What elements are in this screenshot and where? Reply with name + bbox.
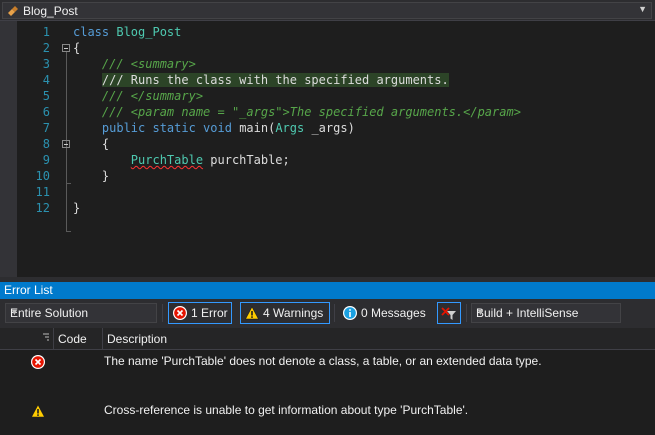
warnings-filter-button[interactable]: 4 Warnings (240, 302, 330, 324)
sort-icon[interactable] (40, 332, 52, 344)
chevron-down-icon: ▼ (476, 307, 485, 317)
error-list-row[interactable]: The name 'PurchTable' does not denote a … (0, 351, 655, 373)
code-text[interactable]: class Blog_Post{ /// <summary> /// Runs … (73, 24, 521, 216)
type-member-dropdown[interactable]: Blog_Post ▼ (2, 2, 652, 19)
toolbar-separator (466, 304, 467, 322)
code-token: Blog_Post (116, 25, 182, 39)
error-list-title-bar: Error List (0, 282, 655, 299)
clear-filter-icon (441, 307, 456, 320)
code-line[interactable]: { (73, 40, 521, 56)
collapse-icon[interactable] (62, 44, 70, 52)
chevron-down-icon: ▼ (638, 4, 647, 14)
line-number: 10 (35, 169, 50, 183)
line-number: 7 (42, 121, 50, 135)
info-icon (343, 306, 357, 320)
code-token: /// </summary> (73, 89, 204, 103)
clear-filter-button[interactable] (437, 302, 461, 324)
collapse-icon[interactable] (62, 140, 70, 148)
code-line[interactable]: /// <param name = "_args">The specified … (73, 104, 521, 120)
code-token: _args) (304, 121, 355, 135)
line-number: 12 (35, 201, 50, 215)
code-token: public static void (101, 121, 240, 135)
code-line[interactable]: { (73, 136, 521, 152)
error-list-grid: Code Description The name 'PurchTable' d… (0, 328, 655, 435)
code-token: /// Runs the class with the specified ar… (101, 73, 449, 87)
line-number: 11 (35, 185, 50, 199)
toolbar-separator (162, 304, 163, 322)
error-list-row[interactable]: Cross-reference is unable to get informa… (0, 400, 655, 422)
row-description: The name 'PurchTable' does not denote a … (104, 354, 542, 368)
code-token: } (73, 201, 81, 215)
error-list-header: Code Description (0, 328, 655, 350)
code-token: { (73, 137, 110, 151)
code-line[interactable]: /// </summary> (73, 88, 521, 104)
error-icon (31, 355, 45, 369)
errors-filter-button[interactable]: 1 Error (168, 302, 232, 324)
line-number-gutter: 1 2 3 4 5 6 7 8 9 10 11 12 (17, 24, 52, 216)
description-column-header[interactable]: Description (107, 332, 167, 346)
class-icon (8, 6, 18, 16)
warning-icon (31, 404, 45, 418)
line-number: 5 (42, 89, 50, 103)
line-number: 6 (42, 105, 50, 119)
navigation-bar: Blog_Post ▼ (0, 0, 655, 21)
code-token: /// <summary> (73, 57, 196, 71)
panel-title: Error List (4, 283, 53, 297)
code-line[interactable]: public static void main(Args _args) (73, 120, 521, 136)
code-token: Args (275, 121, 305, 135)
code-editor[interactable]: 1 2 3 4 5 6 7 8 9 10 11 12 class Blog_Post{ /// <su… (0, 21, 655, 277)
code-line[interactable] (73, 184, 521, 200)
code-token: PurchTable (130, 153, 204, 167)
toolbar-separator (334, 304, 335, 322)
code-token: purchTable; (203, 153, 290, 167)
messages-filter-button[interactable]: 0 Messages (338, 302, 428, 324)
code-line[interactable]: /// <summary> (73, 56, 521, 72)
code-token: class (73, 25, 117, 39)
build-source-dropdown[interactable]: Build + IntelliSense ▼ (471, 303, 621, 323)
code-line[interactable]: } (73, 168, 521, 184)
line-number: 4 (42, 73, 50, 87)
code-line[interactable]: class Blog_Post (73, 24, 521, 40)
error-list-toolbar: Entire Solution ▼ 1 Error 4 Warnings 0 M… (0, 299, 655, 328)
code-token: } (73, 169, 110, 183)
type-name: Blog_Post (23, 4, 78, 18)
code-line[interactable]: /// Runs the class with the specified ar… (73, 72, 521, 88)
line-number: 8 (42, 137, 50, 151)
code-line[interactable]: PurchTable purchTable; (73, 152, 521, 168)
line-number: 2 (42, 41, 50, 55)
code-column-header[interactable]: Code (58, 332, 87, 346)
code-token: { (73, 41, 81, 55)
chevron-down-icon: ▼ (10, 307, 19, 317)
line-number: 3 (42, 57, 50, 71)
line-number: 9 (42, 153, 50, 167)
line-number: 1 (42, 25, 50, 39)
error-icon (173, 306, 187, 320)
code-token: /// <param name = "_args">The specified … (73, 105, 521, 119)
code-token: main( (239, 121, 276, 135)
scope-dropdown[interactable]: Entire Solution ▼ (5, 303, 157, 323)
warning-icon (245, 306, 259, 320)
indicator-margin (0, 21, 17, 277)
row-description: Cross-reference is unable to get informa… (104, 403, 469, 417)
code-line[interactable]: } (73, 200, 521, 216)
